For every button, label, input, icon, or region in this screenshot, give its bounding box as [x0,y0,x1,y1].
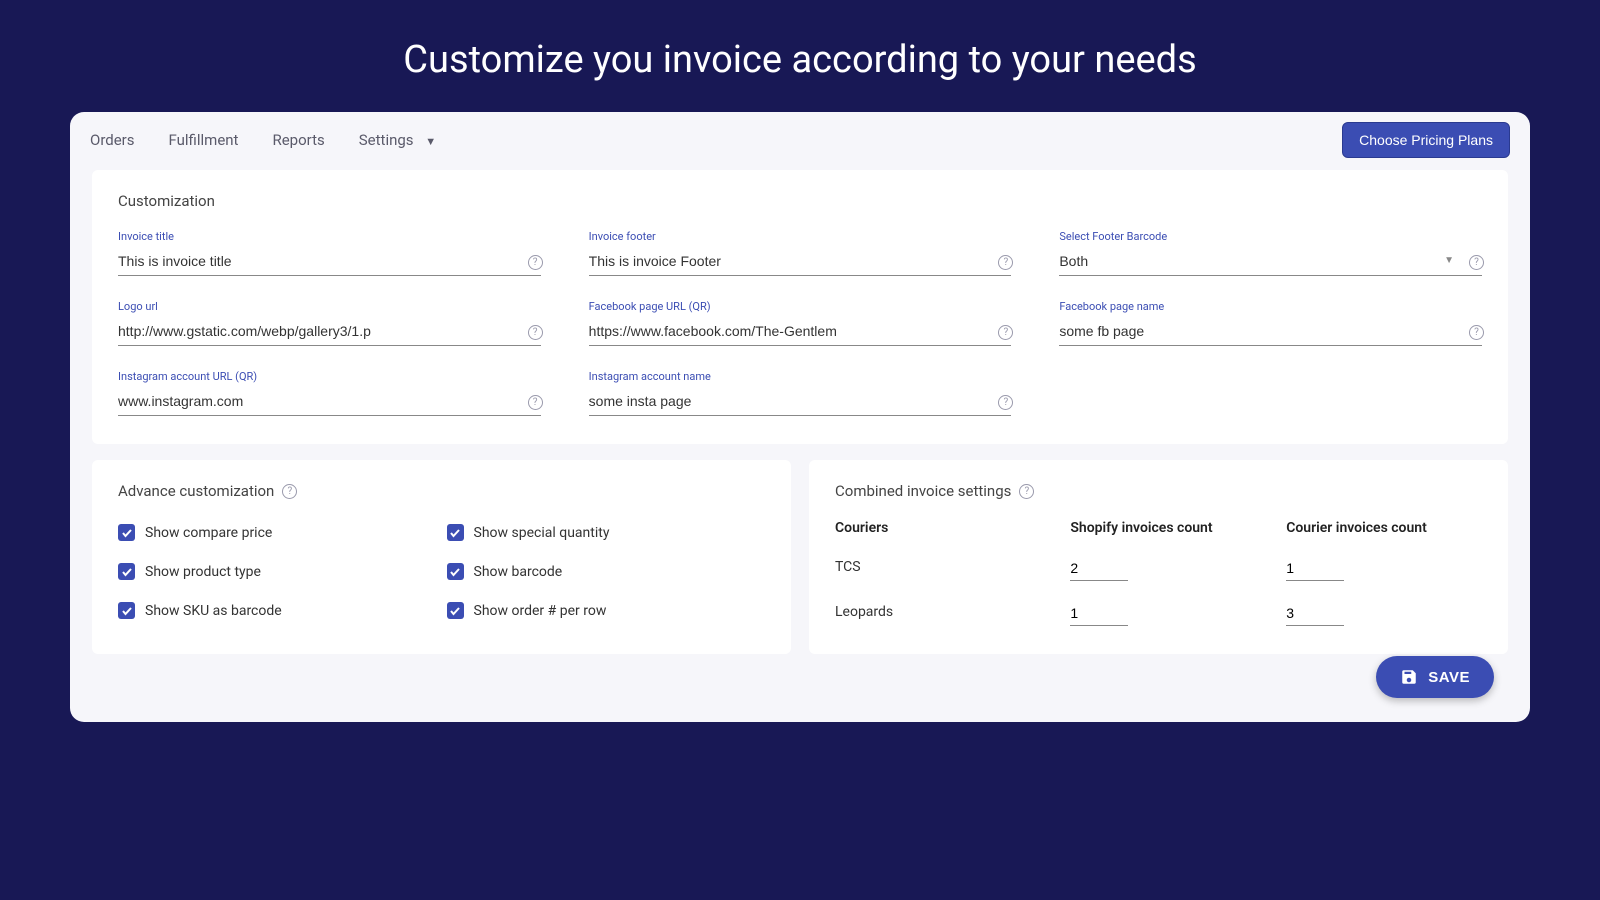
help-icon[interactable]: ? [528,325,543,340]
col-couriers: Couriers [835,520,1050,536]
customization-card: Customization Invoice title ? Invoice fo… [92,170,1508,444]
choose-pricing-button[interactable]: Choose Pricing Plans [1342,122,1510,158]
help-icon[interactable]: ? [1019,484,1034,499]
nav-reports[interactable]: Reports [272,131,324,149]
combined-title: Combined invoice settings ? [835,482,1482,500]
combined-invoice-card: Combined invoice settings ? Couriers Sho… [809,460,1508,654]
checkbox-checked-icon [447,602,464,619]
courier-name: Leopards [835,604,1050,626]
advance-title-text: Advance customization [118,482,274,500]
checkbox-checked-icon [447,524,464,541]
nav-fulfillment[interactable]: Fulfillment [169,131,239,149]
input-tcs-shopify[interactable] [1070,558,1128,581]
help-icon[interactable]: ? [528,255,543,270]
input-tcs-courier[interactable] [1286,558,1344,581]
save-label: SAVE [1428,669,1470,686]
chk-label: Show SKU as barcode [145,603,282,619]
nav-settings-label: Settings [359,131,414,149]
input-ig-name[interactable] [589,389,1012,416]
label-logo-url: Logo url [118,300,541,313]
customization-fields: Invoice title ? Invoice footer ? Select … [118,230,1482,416]
app-window: Orders Fulfillment Reports Settings ▼ Ch… [70,112,1530,722]
nav-bar: Orders Fulfillment Reports Settings ▼ Ch… [70,112,1530,170]
checkbox-checked-icon [118,524,135,541]
label-fb-name: Facebook page name [1059,300,1482,313]
label-invoice-footer: Invoice footer [589,230,1012,243]
label-ig-url: Instagram account URL (QR) [118,370,541,383]
content-area: Customization Invoice title ? Invoice fo… [70,170,1530,654]
field-invoice-title: Invoice title ? [118,230,541,276]
help-icon[interactable]: ? [282,484,297,499]
label-invoice-title: Invoice title [118,230,541,243]
field-invoice-footer: Invoice footer ? [589,230,1012,276]
field-fb-name: Facebook page name ? [1059,300,1482,346]
label-fb-url: Facebook page URL (QR) [589,300,1012,313]
chk-label: Show product type [145,564,261,580]
field-logo-url: Logo url ? [118,300,541,346]
chk-product-type[interactable]: Show product type [118,563,437,580]
nav-settings[interactable]: Settings ▼ [359,131,436,149]
input-leopards-shopify[interactable] [1070,603,1128,626]
lower-row: Advance customization ? Show compare pri… [92,460,1508,654]
field-footer-barcode: Select Footer Barcode ▼ ? [1059,230,1482,276]
input-invoice-footer[interactable] [589,249,1012,276]
chk-label: Show compare price [145,525,272,541]
select-footer-barcode[interactable] [1059,249,1482,276]
input-ig-url[interactable] [118,389,541,416]
save-icon [1400,668,1418,686]
combined-table: Couriers Shopify invoices count Courier … [835,520,1482,626]
chk-special-qty[interactable]: Show special quantity [447,524,766,541]
page-title: Customize you invoice according to your … [0,0,1600,112]
field-ig-url: Instagram account URL (QR) ? [118,370,541,416]
field-fb-url: Facebook page URL (QR) ? [589,300,1012,346]
field-ig-name: Instagram account name ? [589,370,1012,416]
advance-title: Advance customization ? [118,482,765,500]
label-footer-barcode: Select Footer Barcode [1059,230,1482,243]
chk-label: Show order # per row [474,603,607,619]
customization-title: Customization [118,192,1482,210]
save-button[interactable]: SAVE [1376,656,1494,698]
checkbox-checked-icon [447,563,464,580]
checkbox-checked-icon [118,563,135,580]
input-fb-url[interactable] [589,319,1012,346]
help-icon[interactable]: ? [1469,255,1484,270]
chevron-down-icon: ▼ [425,135,436,148]
advance-customization-card: Advance customization ? Show compare pri… [92,460,791,654]
input-logo-url[interactable] [118,319,541,346]
combined-title-text: Combined invoice settings [835,482,1011,500]
chk-order-per-row[interactable]: Show order # per row [447,602,766,619]
chk-label: Show special quantity [474,525,610,541]
nav-orders[interactable]: Orders [90,131,135,149]
input-leopards-courier[interactable] [1286,603,1344,626]
chk-barcode[interactable]: Show barcode [447,563,766,580]
input-invoice-title[interactable] [118,249,541,276]
chk-compare-price[interactable]: Show compare price [118,524,437,541]
input-fb-name[interactable] [1059,319,1482,346]
chk-sku-barcode[interactable]: Show SKU as barcode [118,602,437,619]
help-icon[interactable]: ? [528,395,543,410]
chk-label: Show barcode [474,564,563,580]
courier-name: TCS [835,559,1050,581]
label-ig-name: Instagram account name [589,370,1012,383]
help-icon[interactable]: ? [1469,325,1484,340]
col-shopify-count: Shopify invoices count [1070,520,1266,536]
checkbox-checked-icon [118,602,135,619]
col-courier-count: Courier invoices count [1286,520,1482,536]
advance-checkboxes: Show compare price Show special quantity… [118,520,765,619]
